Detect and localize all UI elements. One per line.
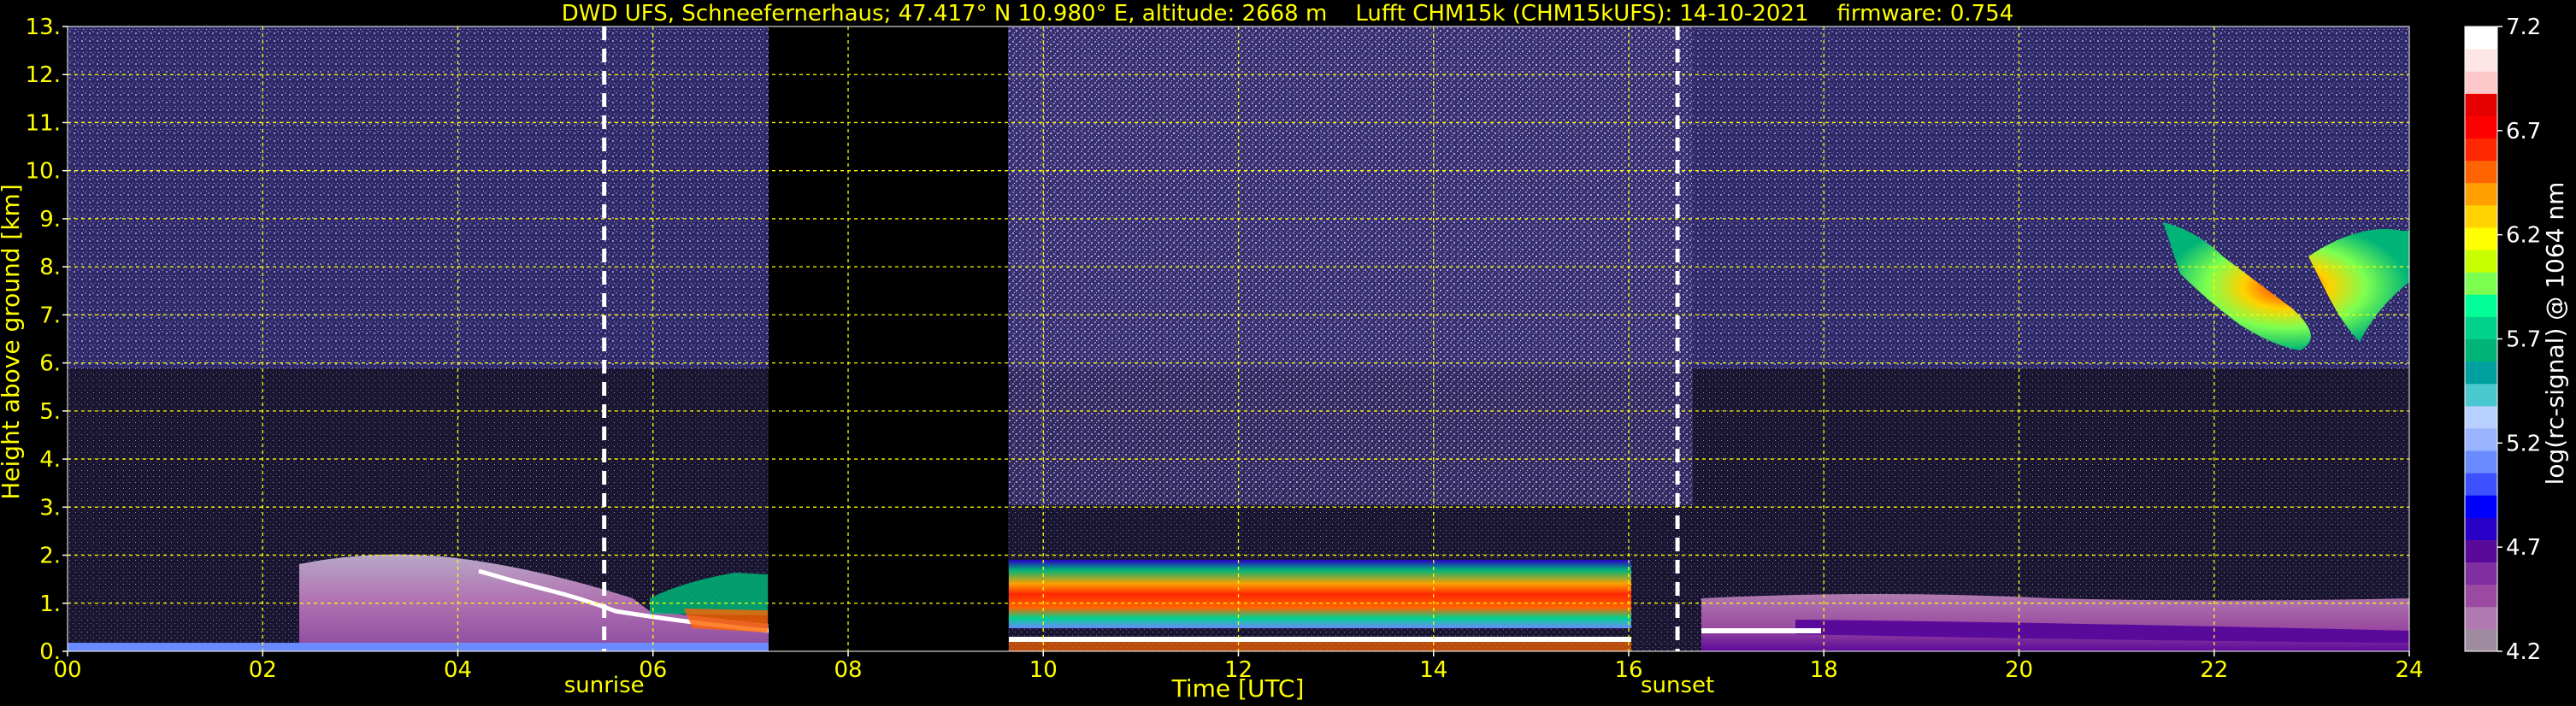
y-tick-label: 6. (39, 351, 61, 377)
sunset-label: sunset (1641, 673, 1714, 698)
colorbar-swatch (2465, 628, 2497, 652)
colorbar-swatch (2465, 26, 2497, 50)
ceilometer-plot: DWD UFS, Schneefernerhaus; 47.417° N 10.… (0, 0, 2576, 706)
y-tick-label: 0. (39, 639, 61, 665)
y-tick-label: 9. (39, 207, 61, 232)
y-tick-label: 12. (26, 62, 61, 88)
colorbar-swatch (2465, 272, 2497, 295)
colorbar-swatch (2465, 427, 2497, 451)
y-tick-label: 2. (39, 544, 61, 569)
colorbar-swatch (2465, 93, 2497, 116)
x-tick-label: 24 (2395, 657, 2423, 683)
x-tick-label: 22 (2200, 657, 2228, 683)
colorbar: 4.2 4.7 5.2 5.7 6.2 6.7 7.2 (2464, 15, 2541, 665)
colorbar-swatch (2465, 115, 2497, 139)
colorbar-label: log(rc-signal) @ 1064 nm (2541, 182, 2569, 485)
colorbar-swatch (2465, 49, 2497, 72)
colorbar-swatch (2465, 182, 2497, 206)
colorbar-swatch (2465, 562, 2497, 585)
y-tick-label: 8. (39, 255, 61, 280)
evening-surface-line (1701, 628, 1821, 633)
x-tick-label: 04 (444, 657, 472, 683)
colorbar-swatch (2465, 316, 2497, 339)
colorbar-swatch (2465, 71, 2497, 94)
x-axis-label: Time [UTC] (1171, 674, 1305, 703)
colorbar-swatch (2465, 539, 2497, 563)
colorbar-swatch (2465, 405, 2497, 429)
x-tick-label: 20 (2005, 657, 2033, 683)
surface-layer-midday (1009, 560, 1631, 628)
colorbar-tick-label: 5.2 (2506, 431, 2541, 456)
surface-band-left (68, 643, 769, 651)
ceilometer-chart: DWD UFS, Schneefernerhaus; 47.417° N 10.… (0, 1, 2569, 703)
colorbar-swatch (2465, 606, 2497, 630)
y-tick-label: 7. (39, 303, 61, 328)
y-tick-label: 1. (39, 591, 61, 617)
colorbar-swatch (2465, 294, 2497, 317)
x-tick-label: 10 (1029, 657, 1058, 683)
chart-title: DWD UFS, Schneefernerhaus; 47.417° N 10.… (562, 1, 2014, 26)
colorbar-swatch (2465, 250, 2497, 273)
colorbar-tick-label: 7.2 (2506, 15, 2541, 40)
y-tick-label: 3. (39, 495, 61, 521)
y-tick-label: 5. (39, 399, 61, 425)
colorbar-swatch (2465, 138, 2497, 162)
x-tick-label: 08 (834, 657, 862, 683)
colorbar-swatch (2465, 204, 2497, 228)
x-tick-label: 18 (1810, 657, 1838, 683)
colorbar-swatch (2465, 450, 2497, 474)
colorbar-tick-label: 4.2 (2506, 639, 2541, 665)
colorbar-swatch (2465, 383, 2497, 407)
colorbar-swatch (2465, 517, 2497, 540)
sunrise-label: sunrise (564, 673, 645, 698)
x-tick-label: 16 (1614, 657, 1642, 683)
colorbar-swatch (2465, 584, 2497, 608)
colorbar-swatch (2465, 495, 2497, 518)
colorbar-swatch (2465, 160, 2497, 184)
y-tick-label: 11. (26, 110, 61, 136)
colorbar-swatch (2465, 227, 2497, 250)
colorbar-tick-label: 6.7 (2506, 119, 2541, 144)
no-data-gap (769, 26, 1008, 651)
colorbar-swatch (2465, 361, 2497, 385)
y-tick-label: 10. (26, 159, 61, 185)
midday-noise-region (1009, 26, 1693, 505)
colorbar-tick-label: 6.2 (2506, 223, 2541, 249)
x-tick-label: 14 (1419, 657, 1447, 683)
y-axis-label: Height above ground [km] (0, 184, 25, 500)
colorbar-tick-label: 4.7 (2506, 535, 2541, 561)
colorbar-tick-label: 5.7 (2506, 327, 2541, 353)
surface-line-midday (1009, 637, 1631, 642)
x-tick-label: 02 (249, 657, 277, 683)
y-tick-label: 13. (26, 15, 61, 40)
y-tick-label: 4. (39, 447, 61, 473)
y-axis: 0. 1. 2. 3. 4. 5. 6. 7. 8. 9. 10. 11. 12. 13. (26, 15, 68, 665)
colorbar-swatch (2465, 338, 2497, 362)
colorbar-swatch (2465, 473, 2497, 496)
surface-band-midday (1009, 642, 1631, 651)
